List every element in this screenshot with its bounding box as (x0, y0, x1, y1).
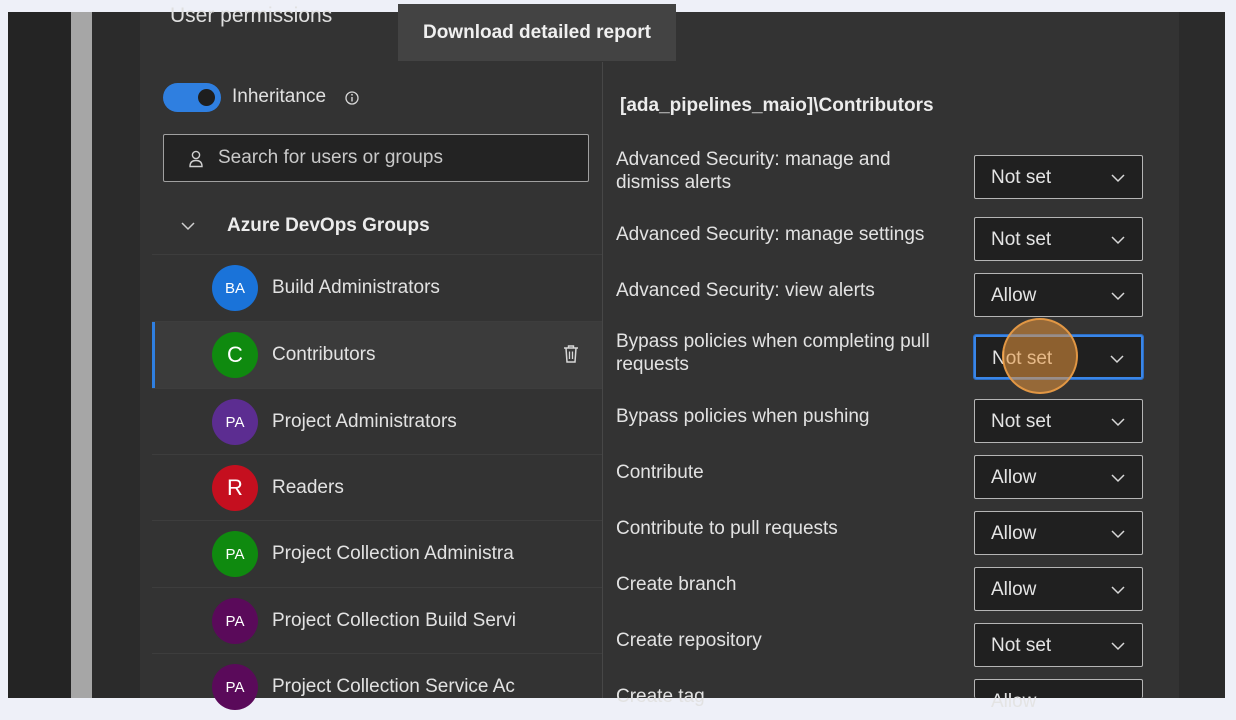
permission-select[interactable]: Not set (974, 217, 1143, 261)
permission-select[interactable]: Allow (974, 511, 1143, 555)
avatar: BA (212, 265, 258, 311)
avatar: PA (212, 399, 258, 445)
group-label: Azure DevOps Groups (227, 215, 430, 236)
chevron-down-icon (1110, 355, 1124, 364)
permission-select[interactable]: Allow (974, 679, 1143, 712)
avatar: PA (212, 531, 258, 577)
permission-label: Create tag (616, 686, 705, 707)
permission-value: Not set (991, 167, 1052, 188)
permission-value: Allow (991, 691, 1037, 712)
permission-label: Bypass policies when completing pull req… (616, 331, 930, 375)
permission-value: Not set (991, 411, 1052, 432)
permission-select[interactable]: Not set (974, 399, 1143, 443)
trash-icon[interactable] (562, 344, 580, 364)
list-item-label: Project Administrators (272, 411, 457, 432)
inheritance-label: Inheritance (232, 86, 327, 107)
list-item-label: Build Administrators (272, 277, 440, 298)
list-item-project-collection-service-accounts[interactable]: PA Project Collection Service Ac (152, 654, 602, 720)
chevron-down-icon (1111, 530, 1125, 539)
permission-select[interactable]: Allow (974, 567, 1143, 611)
list-item-label: Project Collection Service Ac (272, 676, 515, 697)
list-item-build-administrators[interactable]: BA Build Administrators (152, 255, 602, 321)
permission-value: Not set (991, 635, 1052, 656)
permission-value: Allow (991, 579, 1037, 600)
avatar: PA (212, 598, 258, 644)
download-report-tooltip: Download detailed report (398, 4, 676, 61)
frame-border (71, 12, 92, 698)
list-item-label: Contributors (272, 344, 376, 365)
permission-value: Not set (991, 229, 1052, 250)
person-search-icon (189, 150, 203, 168)
search-box[interactable] (163, 134, 589, 182)
permission-label: Advanced Security: view alerts (616, 280, 875, 301)
selection-indicator (152, 322, 155, 388)
list-item-project-administrators[interactable]: PA Project Administrators (152, 389, 602, 455)
permission-select[interactable]: Allow (974, 455, 1143, 499)
permission-value: Allow (991, 467, 1037, 488)
chevron-down-icon (1111, 642, 1125, 651)
chevron-down-icon (1111, 174, 1125, 183)
avatar: C (212, 332, 258, 378)
permission-select[interactable]: Not set (974, 623, 1143, 667)
list-item-label: Readers (272, 477, 344, 498)
click-highlight (1002, 318, 1078, 394)
permission-label: Advanced Security: manage and dismiss al… (616, 149, 891, 193)
list-item-label: Project Collection Build Servi (272, 610, 516, 631)
toggle-knob (198, 89, 215, 106)
list-item-project-collection-build-service[interactable]: PA Project Collection Build Servi (152, 588, 602, 654)
permission-label: Bypass policies when pushing (616, 406, 870, 427)
permission-value: Allow (991, 523, 1037, 544)
permission-value: Allow (991, 285, 1037, 306)
permissions-title: [ada_pipelines_maio]\Contributors (620, 95, 934, 116)
inheritance-toggle[interactable] (163, 83, 221, 112)
chevron-down-icon (1111, 418, 1125, 427)
permission-select[interactable]: Allow (974, 273, 1143, 317)
permission-label: Contribute to pull requests (616, 518, 838, 539)
avatar: R (212, 465, 258, 511)
permission-label: Create branch (616, 574, 737, 595)
list-item-readers[interactable]: R Readers (152, 455, 602, 521)
chevron-down-icon (1111, 586, 1125, 595)
chevron-down-icon (1111, 236, 1125, 245)
permission-label: Advanced Security: manage settings (616, 224, 925, 245)
permission-select[interactable]: Not set (974, 155, 1143, 199)
chevron-down-icon (1111, 474, 1125, 483)
panel-divider (602, 62, 603, 698)
chevron-down-icon (1111, 292, 1125, 301)
panel-title: User permissions (170, 4, 333, 27)
group-header-azure-devops[interactable]: Azure DevOps Groups (152, 200, 602, 254)
search-input[interactable] (218, 135, 578, 181)
chevron-down-icon (181, 222, 195, 231)
list-item-contributors[interactable]: C Contributors (152, 322, 602, 388)
list-item-label: Project Collection Administra (272, 543, 514, 564)
avatar: PA (212, 664, 258, 710)
info-icon[interactable] (345, 91, 359, 105)
permission-label: Create repository (616, 630, 762, 651)
list-item-project-collection-administrators[interactable]: PA Project Collection Administra (152, 521, 602, 587)
permission-label: Contribute (616, 462, 704, 483)
